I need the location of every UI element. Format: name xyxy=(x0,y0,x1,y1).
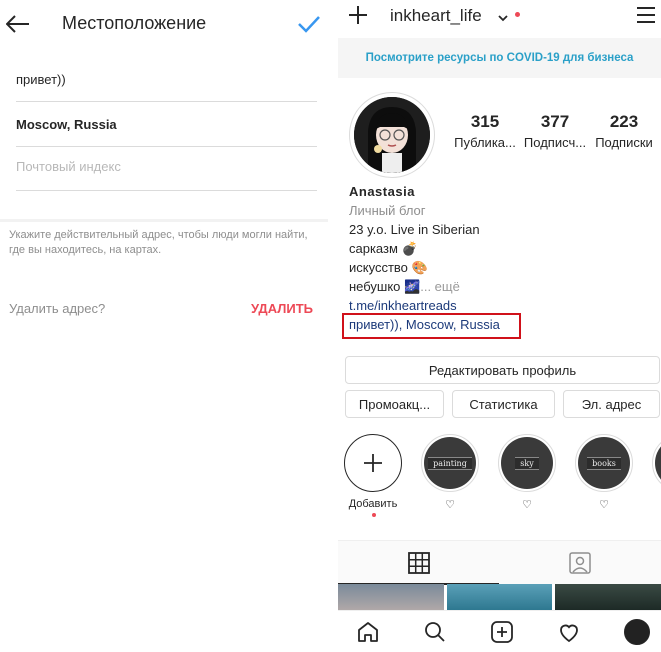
search-icon[interactable] xyxy=(422,619,448,645)
highlight-label: Добавить xyxy=(348,498,398,510)
heart-icon[interactable] xyxy=(556,619,582,645)
bio-line: сарказм 💣 xyxy=(349,241,418,256)
chevron-down-icon[interactable] xyxy=(498,10,508,22)
page-title: Местоположение xyxy=(62,13,207,33)
stat-value: 315 xyxy=(470,112,500,131)
address-hint-text: Укажите действительный адрес, чтобы люди… xyxy=(9,229,308,256)
home-icon[interactable] xyxy=(355,619,381,645)
back-arrow-icon[interactable] xyxy=(4,8,32,40)
delete-address-question: Удалить адрес? xyxy=(9,301,106,316)
confirm-check-icon[interactable] xyxy=(296,10,322,38)
username-title[interactable]: inkheart_life xyxy=(390,6,482,26)
post-thumbnail[interactable] xyxy=(446,584,553,610)
post-grid xyxy=(338,584,661,610)
highlight-cover-tag: books xyxy=(587,456,621,470)
stat-label: Подписки xyxy=(595,135,653,150)
stat-posts[interactable]: 315 Публика... xyxy=(452,112,518,150)
highlight-label: ♡ xyxy=(599,499,609,511)
stat-value: 223 xyxy=(609,112,639,131)
location-edit-screen: Местоположение привет)) Moscow, Russia П… xyxy=(0,0,328,652)
hamburger-menu-icon[interactable] xyxy=(636,6,656,24)
profile-category: Личный блог xyxy=(349,203,426,218)
highlight-label: ♡ xyxy=(522,499,532,511)
profile-avatar-icon[interactable] xyxy=(624,619,650,645)
plus-icon xyxy=(364,454,382,472)
bio-more-link[interactable]: ... ещё xyxy=(420,279,460,294)
grid-icon[interactable] xyxy=(338,541,499,585)
profile-top-bar: inkheart_life xyxy=(338,0,661,38)
highlight-add[interactable]: Добавить xyxy=(343,434,403,510)
highlight-partial[interactable] xyxy=(651,434,661,492)
highlight-sky[interactable]: sky ♡ xyxy=(497,434,557,511)
highlight-cover-tag: sky xyxy=(515,456,539,470)
profile-name: Anastasia xyxy=(349,184,415,199)
city-field[interactable]: Moscow, Russia xyxy=(16,113,317,147)
profile-screen: inkheart_life Посмотрите ресурсы по COVI… xyxy=(338,0,661,652)
covid-resources-banner[interactable]: Посмотрите ресурсы по COVID-19 для бизне… xyxy=(338,38,661,78)
post-thumbnail[interactable] xyxy=(555,584,661,610)
bio-line: искусство 🎨 xyxy=(349,260,428,275)
bio-line: небушко 🌌 xyxy=(349,279,421,294)
new-post-icon[interactable] xyxy=(489,619,515,645)
stat-label: Публика... xyxy=(454,135,516,150)
delete-address-button[interactable]: УДАЛИТЬ xyxy=(251,301,313,316)
edit-profile-button[interactable]: Редактировать профиль xyxy=(345,356,660,384)
insights-button[interactable]: Статистика xyxy=(452,390,555,418)
profile-bio: Anastasia Личный блог 23 y.o. Live in Si… xyxy=(349,182,649,334)
profile-avatar xyxy=(354,97,430,173)
stat-value: 377 xyxy=(540,112,570,131)
promotions-button[interactable]: Промоакц... xyxy=(345,390,444,418)
notification-dot xyxy=(372,513,376,517)
panel-divider xyxy=(328,0,338,652)
tagged-person-icon[interactable] xyxy=(499,541,661,585)
add-highlight-ring xyxy=(344,434,402,492)
bio-line: 23 y.o. Live in Siberian xyxy=(349,222,480,237)
highlight-cover-tag: painting xyxy=(428,456,472,470)
plus-icon[interactable] xyxy=(347,4,369,26)
location-header: Местоположение xyxy=(0,0,328,50)
email-button[interactable]: Эл. адрес xyxy=(563,390,660,418)
profile-avatar-ring[interactable] xyxy=(349,92,435,178)
profile-tabs xyxy=(338,540,661,585)
postal-code-field[interactable]: Почтовый индекс xyxy=(16,155,317,191)
highlight-books[interactable]: books ♡ xyxy=(574,434,634,511)
street-address-field[interactable]: привет)) xyxy=(16,68,317,102)
stat-following[interactable]: 223 Подписки xyxy=(589,112,659,150)
location-highlight-box xyxy=(342,313,521,339)
stat-followers[interactable]: 377 Подписч... xyxy=(521,112,589,150)
section-divider xyxy=(0,219,328,222)
bio-line-with-more: небушко 🌌... ещё xyxy=(349,277,649,296)
bottom-navigation xyxy=(338,610,661,652)
post-thumbnail[interactable] xyxy=(338,584,444,610)
highlight-label: ♡ xyxy=(445,499,455,511)
notification-dot xyxy=(515,12,520,17)
highlight-painting[interactable]: painting ♡ xyxy=(420,434,480,511)
stat-label: Подписч... xyxy=(523,135,587,150)
